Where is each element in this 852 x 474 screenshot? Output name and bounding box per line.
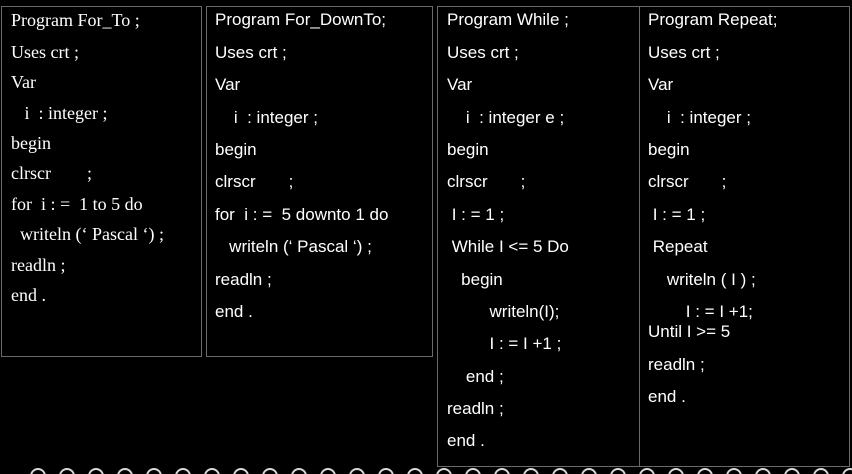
code-line: end . [11,285,46,305]
code-line: Var [447,75,473,94]
code-line: end . [648,387,686,406]
decorative-dot [494,468,510,474]
code-line: begin [648,140,690,159]
decorative-dot [697,468,713,474]
code-line: I : = 1 ; [447,205,505,224]
code-line: I : = 1 ; [648,205,706,224]
code-line: begin [215,140,257,159]
decorative-dot [30,468,46,474]
code-line: clrscr ; [215,172,294,191]
decorative-dot [233,468,249,474]
code-line: end ; [447,367,504,386]
code-line: writeln (‘ Pascal ‘) ; [215,237,372,256]
code-line: for i : = 5 downto 1 do [215,205,389,224]
decorative-dot [523,468,539,474]
code-line: i : integer ; [648,108,751,127]
code-line: Until I >= 5 [648,322,731,341]
decorative-dot-border [0,466,852,474]
decorative-dot [59,468,75,474]
decorative-dot [175,468,191,474]
code-line: readln ; [648,355,705,374]
decorative-dot [378,468,394,474]
column-divider [639,6,640,467]
code-line: i : integer ; [215,108,318,127]
code-line: Var [215,75,241,94]
code-line: Repeat [648,237,708,256]
decorative-dot [581,468,597,474]
code-line: clrscr ; [11,163,92,183]
decorative-dot [726,468,742,474]
decorative-dot [668,468,684,474]
decorative-dot [755,468,771,474]
code-line: Uses crt ; [447,43,519,62]
code-line: begin [447,140,489,159]
code-line: Uses crt ; [648,43,720,62]
code-line: Program Repeat; [648,10,778,29]
code-line: end . [215,302,253,321]
decorative-dot [291,468,307,474]
decorative-dot [813,468,829,474]
code-line: writeln ( I ) ; [648,270,756,289]
code-line: I : = I +1; [648,302,753,321]
code-line: Uses crt ; [215,43,287,62]
code-line: readln ; [215,270,272,289]
decorative-dot [320,468,336,474]
code-line: i : integer ; [11,103,108,123]
code-line: clrscr ; [447,172,526,191]
decorative-dot [204,468,220,474]
decorative-dot [465,468,481,474]
decorative-dot [842,468,852,474]
decorative-dot [349,468,365,474]
decorative-dot [146,468,162,474]
code-line: readln ; [11,255,66,275]
decorative-dot [436,468,452,474]
code-line: I : = I +1 ; [447,334,562,353]
code-line: Var [648,75,674,94]
code-line: Program For_To ; [11,10,140,30]
decorative-dot [262,468,278,474]
decorative-dot [88,468,104,474]
decorative-dot [117,468,133,474]
code-line: While I <= 5 Do [447,237,569,256]
code-line: Program While ; [447,10,569,29]
code-line: writeln(I); [447,302,560,321]
code-line: Uses crt ; [11,42,79,62]
code-line: for i : = 1 to 5 do [11,194,143,214]
code-line: Program For_DownTo; [215,10,387,29]
code-line: clrscr ; [648,172,727,191]
code-line: begin [447,270,503,289]
code-line: readln ; [447,399,504,418]
decorative-dot [784,468,800,474]
code-line: writeln (‘ Pascal ‘) ; [11,224,164,244]
decorative-dot [639,468,655,474]
code-line: Var [11,72,36,92]
decorative-dot [407,468,423,474]
code-line: end . [447,431,485,450]
code-line: i : integer e ; [447,108,565,127]
code-line: begin [11,133,51,153]
decorative-dot [610,468,626,474]
decorative-dot [552,468,568,474]
